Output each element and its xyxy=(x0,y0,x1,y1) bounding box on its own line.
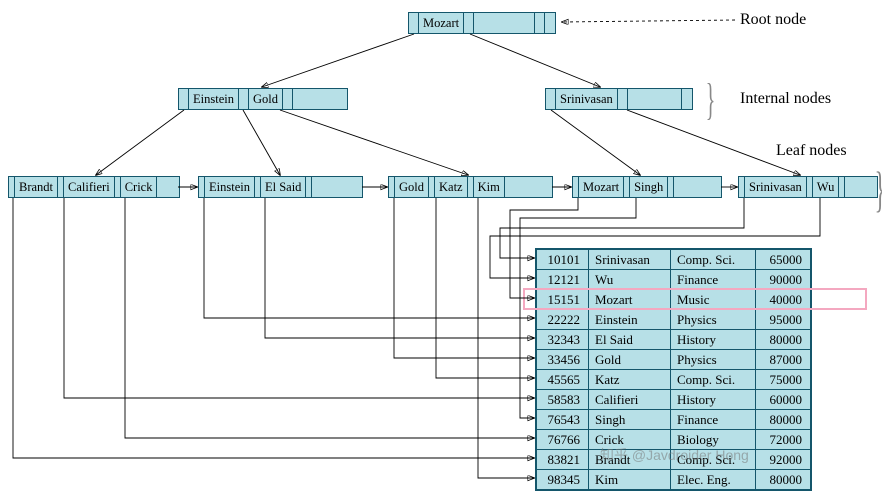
cell-dept: Physics xyxy=(671,350,756,370)
cell-name: Einstein xyxy=(589,310,671,330)
leaf-2-key-1: Katz xyxy=(435,177,468,197)
cell-dept: Finance xyxy=(671,270,756,290)
cell-dept: History xyxy=(671,390,756,410)
cell-name: Srinivasan xyxy=(589,250,671,270)
table-row: 12121WuFinance90000 xyxy=(537,270,811,290)
cell-id: 33456 xyxy=(537,350,589,370)
cell-id: 45565 xyxy=(537,370,589,390)
internal-0-key-0: Einstein xyxy=(189,89,239,109)
cell-name: Katz xyxy=(589,370,671,390)
leaf-node-2: Gold Katz Kim xyxy=(388,176,553,198)
table-row: 98345KimElec. Eng.80000 xyxy=(537,470,811,490)
cell-dept: History xyxy=(671,330,756,350)
leaf-node-3: Mozart Singh xyxy=(572,176,722,198)
cell-dept: Physics xyxy=(671,310,756,330)
cell-salary: 87000 xyxy=(756,350,811,370)
brace-internal: } xyxy=(706,74,716,125)
leaf-1-key-1: El Said xyxy=(261,177,306,197)
leaf-3-key-1: Singh xyxy=(630,177,668,197)
watermark-text: 知乎 @Javdroider Hong xyxy=(600,445,749,465)
cell-salary: 65000 xyxy=(756,250,811,270)
leaf-0-key-2: Crick xyxy=(121,177,158,197)
leaf-node-1: Einstein El Said xyxy=(198,176,363,198)
leaf-2-key-2: Kim xyxy=(474,177,505,197)
cell-salary: 40000 xyxy=(756,290,811,310)
leaf-node-0: Brandt Califieri Crick xyxy=(8,176,180,198)
cell-id: 15151 xyxy=(537,290,589,310)
leaf-4-key-0: Srinivasan xyxy=(745,177,807,197)
cell-salary: 95000 xyxy=(756,310,811,330)
cell-id: 83821 xyxy=(537,450,589,470)
internal-0-key-1: Gold xyxy=(249,89,283,109)
cell-salary: 75000 xyxy=(756,370,811,390)
internal-node-1: Srinivasan xyxy=(545,88,693,110)
cell-dept: Music xyxy=(671,290,756,310)
cell-dept: Elec. Eng. xyxy=(671,470,756,490)
cell-dept: Comp. Sci. xyxy=(671,250,756,270)
table-row: 15151MozartMusic40000 xyxy=(537,290,811,310)
cell-id: 76766 xyxy=(537,430,589,450)
root-label: Root node xyxy=(740,11,806,29)
cell-id: 98345 xyxy=(537,470,589,490)
cell-name: Califieri xyxy=(589,390,671,410)
table-row: 58583CalifieriHistory60000 xyxy=(537,390,811,410)
cell-name: Singh xyxy=(589,410,671,430)
cell-name: Gold xyxy=(589,350,671,370)
cell-dept: Finance xyxy=(671,410,756,430)
cell-id: 58583 xyxy=(537,390,589,410)
root-node: Mozart xyxy=(408,12,556,34)
leaf-1-key-0: Einstein xyxy=(205,177,255,197)
table-row: 32343El SaidHistory80000 xyxy=(537,330,811,350)
brace-leaf: } xyxy=(875,160,882,218)
cell-id: 12121 xyxy=(537,270,589,290)
leaf-label: Leaf nodes xyxy=(776,142,847,160)
cell-name: Mozart xyxy=(589,290,671,310)
table-row: 33456GoldPhysics87000 xyxy=(537,350,811,370)
cell-name: Kim xyxy=(589,470,671,490)
table-row: 22222EinsteinPhysics95000 xyxy=(537,310,811,330)
cell-salary: 80000 xyxy=(756,470,811,490)
leaf-0-key-0: Brandt xyxy=(15,177,58,197)
internal-label: Internal nodes xyxy=(740,90,831,108)
internal-node-0: Einstein Gold xyxy=(178,88,348,110)
table-row: 76543SinghFinance80000 xyxy=(537,410,811,430)
internal-1-key-0: Srinivasan xyxy=(556,89,618,109)
leaf-node-4: Srinivasan Wu xyxy=(738,176,878,198)
cell-salary: 92000 xyxy=(756,450,811,470)
cell-id: 32343 xyxy=(537,330,589,350)
leaf-0-key-1: Califieri xyxy=(64,177,115,197)
leaf-3-key-0: Mozart xyxy=(579,177,624,197)
root-key-0: Mozart xyxy=(419,13,464,33)
cell-salary: 72000 xyxy=(756,430,811,450)
table-row: 45565KatzComp. Sci.75000 xyxy=(537,370,811,390)
cell-name: Wu xyxy=(589,270,671,290)
leaf-2-key-0: Gold xyxy=(395,177,429,197)
table-row: 10101SrinivasanComp. Sci.65000 xyxy=(537,250,811,270)
cell-id: 22222 xyxy=(537,310,589,330)
leaf-4-key-1: Wu xyxy=(813,177,840,197)
cell-salary: 80000 xyxy=(756,330,811,350)
cell-dept: Comp. Sci. xyxy=(671,370,756,390)
cell-id: 10101 xyxy=(537,250,589,270)
cell-salary: 90000 xyxy=(756,270,811,290)
cell-salary: 60000 xyxy=(756,390,811,410)
cell-salary: 80000 xyxy=(756,410,811,430)
cell-name: El Said xyxy=(589,330,671,350)
cell-id: 76543 xyxy=(537,410,589,430)
